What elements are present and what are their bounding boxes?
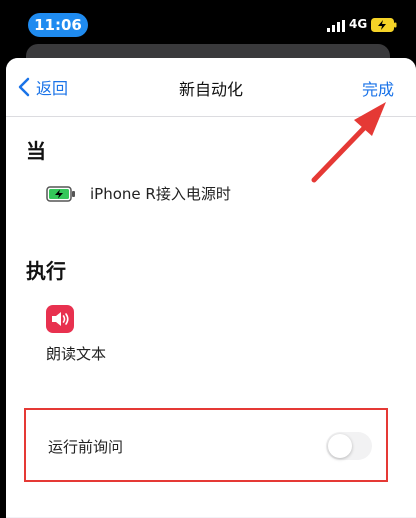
action-label[interactable]: 朗读文本 (46, 343, 106, 364)
ask-before-running-row: 运行前询问 (24, 408, 388, 482)
trigger-label: iPhone R接入电源时 (90, 185, 231, 203)
done-button[interactable]: 完成 (362, 76, 394, 100)
page-title: 新自动化 (178, 80, 243, 99)
battery-icon (371, 18, 397, 32)
when-heading: 当 (26, 139, 46, 163)
battery-charging-icon (46, 185, 75, 202)
network-type: 4G (349, 17, 368, 31)
trigger-item[interactable]: iPhone R接入电源时 (46, 183, 231, 204)
status-bar: 11:06 4G (0, 0, 416, 48)
automation-content: 当 iPhone R接入电源时 执行 朗读文本 运行前询问 (6, 117, 416, 517)
ask-before-running-toggle[interactable] (326, 432, 372, 460)
toggle-knob (328, 434, 352, 458)
speaker-glyph (52, 312, 69, 326)
speaker-icon[interactable] (46, 305, 74, 333)
ask-before-running-label: 运行前询问 (48, 438, 124, 456)
signal-icon (327, 20, 345, 32)
status-time: 11:06 (28, 13, 88, 37)
navigation-bar: 返回 新自动化 完成 (6, 58, 416, 117)
new-automation-sheet: 返回 新自动化 完成 当 iPhone R接入电源时 执行 朗读文本 运行前询问 (6, 58, 416, 518)
do-heading: 执行 (26, 259, 66, 283)
